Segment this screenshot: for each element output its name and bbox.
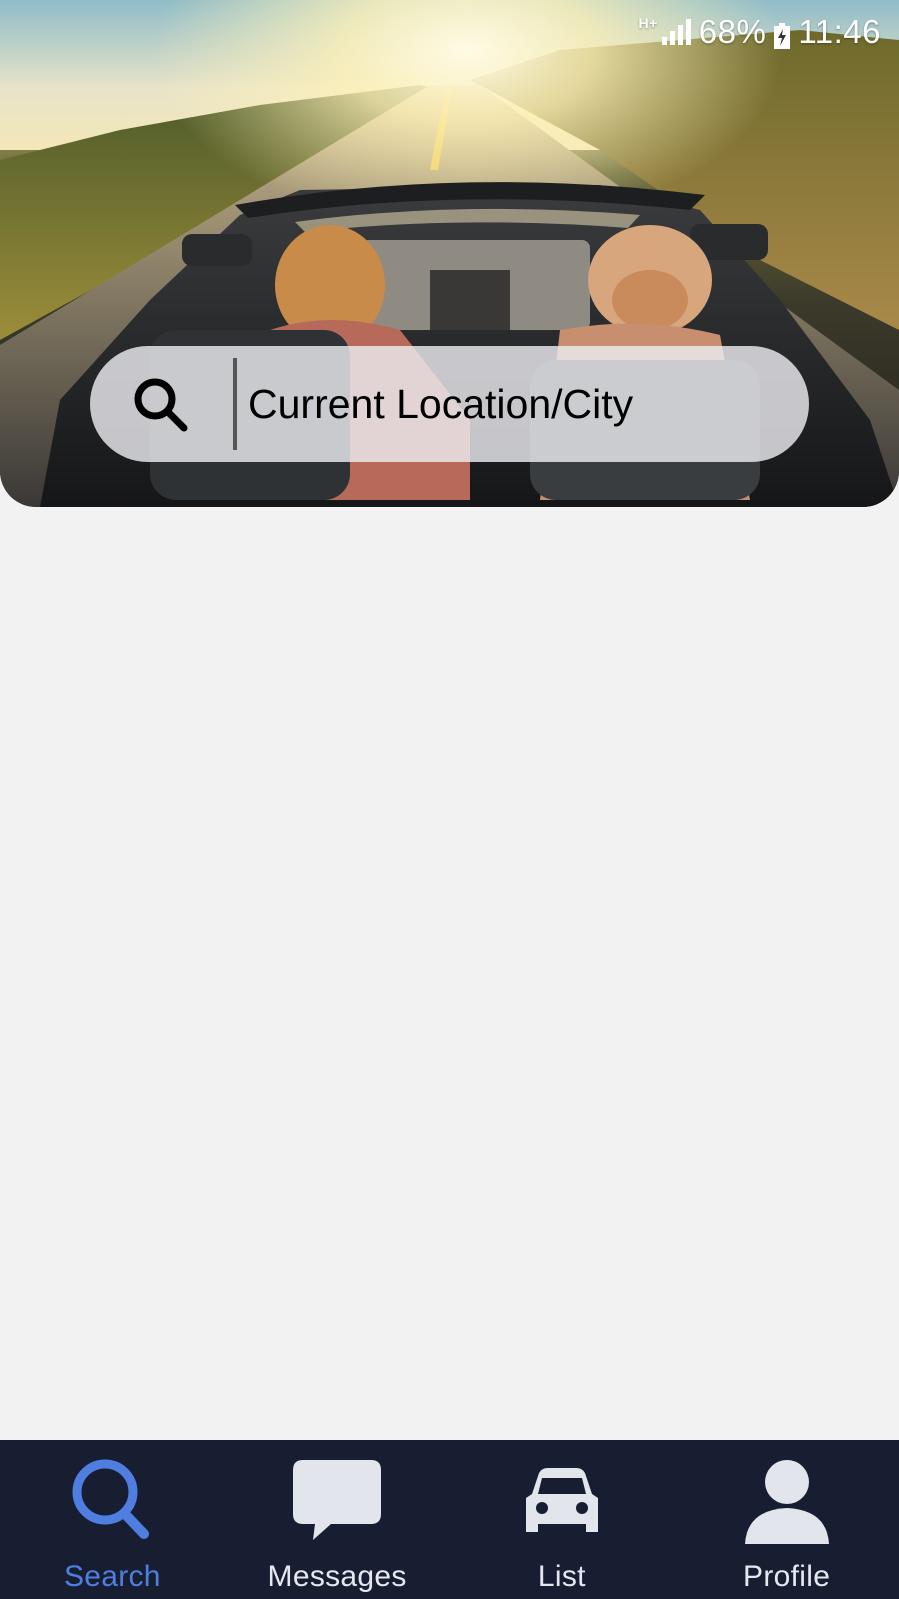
hero-image: H+ 68% 11:46 xyxy=(0,0,899,507)
nav-tab-search[interactable]: Search xyxy=(0,1440,225,1599)
search-icon xyxy=(72,1459,150,1539)
nav-tab-list[interactable]: List xyxy=(450,1440,675,1599)
battery-charging-icon xyxy=(774,19,791,49)
app-screen: H+ 68% 11:46 Current Location/City Searc… xyxy=(0,0,899,1599)
clock: 11:46 xyxy=(798,13,881,50)
status-bar: H+ 68% 11:46 xyxy=(639,8,882,56)
nav-tab-messages[interactable]: Messages xyxy=(225,1440,450,1599)
nav-tab-label: Search xyxy=(63,1560,161,1593)
search-icon[interactable] xyxy=(128,372,192,436)
search-bar[interactable] xyxy=(90,346,809,462)
nav-tab-profile[interactable]: Profile xyxy=(674,1440,899,1599)
car-icon xyxy=(525,1468,598,1532)
nav-tab-label: Messages xyxy=(267,1560,407,1593)
person-icon xyxy=(744,1460,829,1544)
network-type: H+ xyxy=(638,15,658,31)
battery-percent: 68% xyxy=(698,13,767,50)
location-search-input[interactable] xyxy=(248,374,768,434)
bottom-navigation: Search Messages List Profile xyxy=(0,1440,899,1599)
search-divider xyxy=(233,358,237,450)
signal-icon xyxy=(661,19,691,45)
nav-tab-label: Profile xyxy=(743,1560,831,1593)
chat-bubble-icon xyxy=(293,1460,382,1540)
nav-tab-label: List xyxy=(537,1560,586,1593)
